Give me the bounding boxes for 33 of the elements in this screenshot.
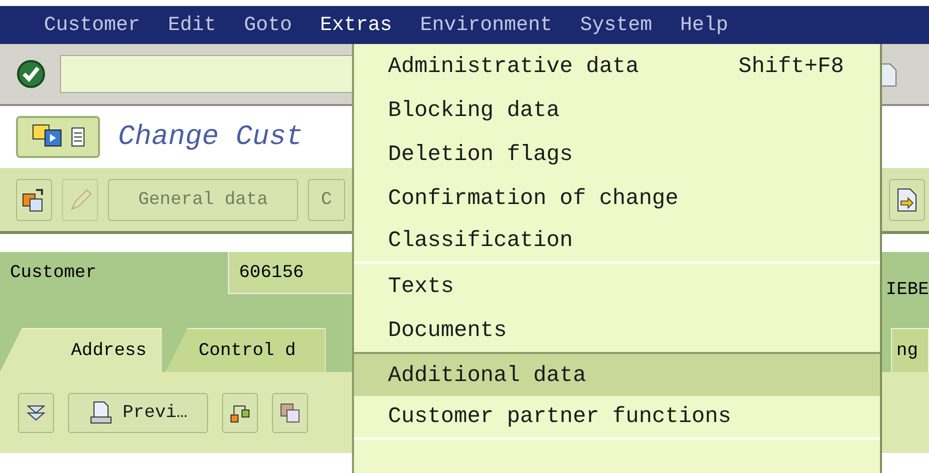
menu-bar-item[interactable]: Help [680, 14, 728, 36]
tab[interactable]: Address [0, 328, 162, 372]
menu-item[interactable]: Documents [354, 308, 880, 352]
menu-item[interactable]: Texts [354, 264, 880, 308]
field-label: Customer [9, 263, 98, 283]
expand-icon[interactable] [18, 392, 54, 432]
document-icon [71, 126, 85, 148]
switch-icon[interactable] [16, 178, 52, 220]
menu-item[interactable]: Blocking data [354, 88, 880, 132]
menu-bar-item[interactable]: Extras [320, 14, 392, 36]
menu-bar-item[interactable]: Environment [420, 14, 552, 36]
windows-icon[interactable] [272, 392, 308, 432]
menu-item[interactable]: Customer partner functions [354, 396, 880, 440]
menu-bar-item[interactable]: Goto [244, 14, 292, 36]
printer-icon [88, 400, 113, 426]
screen-title: Change Cust [118, 122, 303, 152]
preview-button[interactable]: Previ… [68, 392, 208, 432]
menu-item[interactable]: Confirmation of change [354, 176, 880, 220]
customer-name-text: IEBE [886, 280, 929, 300]
menu-bar-item[interactable]: System [580, 14, 652, 36]
hierarchy-icon[interactable] [222, 392, 258, 432]
export-icon[interactable] [889, 178, 925, 220]
menu-item[interactable]: Classification [354, 220, 880, 264]
tab[interactable]: ng [891, 328, 929, 372]
menu-item[interactable]: Additional data [354, 352, 880, 396]
menu-item[interactable]: Deletion flags [354, 132, 880, 176]
toolbar-icon-button[interactable] [16, 116, 100, 158]
shortcut-label: Shift+F8 [738, 54, 844, 78]
checkmark-icon[interactable] [16, 59, 46, 89]
customer-number-field[interactable]: 606156 [228, 252, 352, 294]
menu-bar-item[interactable]: Edit [168, 14, 216, 36]
tab[interactable]: Control d [166, 328, 326, 372]
menu-bar-item[interactable]: Customer [44, 14, 140, 36]
